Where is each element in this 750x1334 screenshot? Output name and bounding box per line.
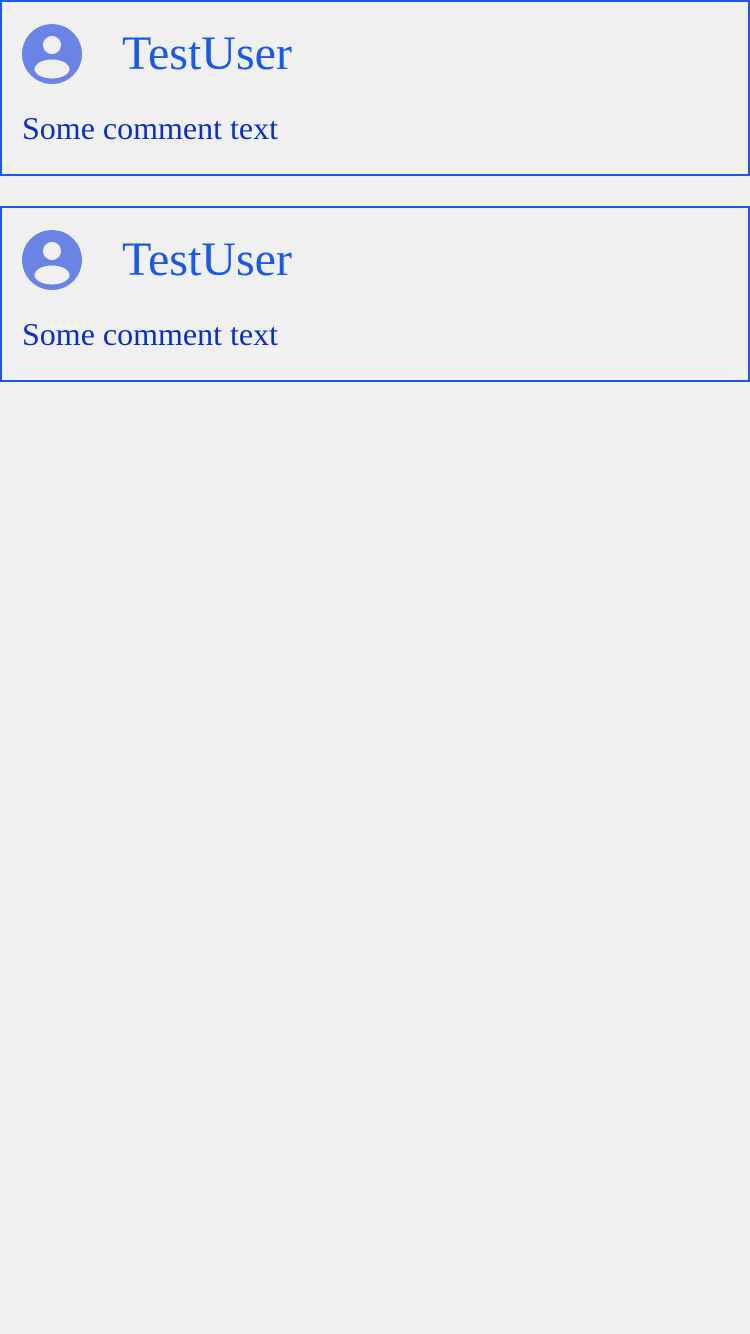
comment-username[interactable]: TestUser — [122, 24, 292, 84]
comment-list: TestUser Some comment text TestUser Some… — [0, 0, 750, 412]
comment-card[interactable]: TestUser Some comment text — [0, 0, 750, 176]
comment-username[interactable]: TestUser — [122, 230, 292, 290]
account-circle-icon[interactable] — [22, 24, 82, 84]
account-circle-icon[interactable] — [22, 230, 82, 290]
comment-card[interactable]: TestUser Some comment text — [0, 206, 750, 382]
comment-text: Some comment text — [22, 316, 278, 352]
comment-text: Some comment text — [22, 110, 278, 146]
